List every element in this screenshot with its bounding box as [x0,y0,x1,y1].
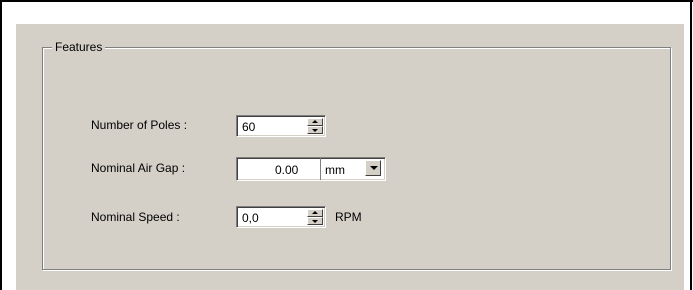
window-border-right [690,0,692,290]
spin-up-icon [312,211,318,214]
poles-value[interactable]: 60 [242,120,255,134]
spin-down-icon [312,220,318,223]
airgap-unit-dropdown-button[interactable] [365,160,381,176]
window-border-top [0,0,693,2]
spin-down-icon [312,129,318,132]
speed-spinbox[interactable]: 0,0 [236,206,326,228]
airgap-field-group: 0.00 mm [236,157,386,181]
dropdown-icon [370,166,378,170]
airgap-value[interactable]: 0.00 [275,163,298,177]
poles-spin [307,118,323,134]
window-border-left [0,0,2,290]
speed-spin [307,209,323,225]
speed-value[interactable]: 0,0 [242,211,259,225]
poles-label: Number of Poles : [91,118,188,132]
groupbox-title: Features [52,39,106,55]
poles-spin-down-button[interactable] [307,126,323,134]
speed-label: Nominal Speed : [91,210,180,224]
features-panel: Features Number of Poles : 60 Nominal Ai… [16,24,684,290]
poles-spin-up-button[interactable] [307,118,323,126]
speed-spin-down-button[interactable] [307,217,323,225]
airgap-unit-select[interactable]: mm [321,158,383,180]
speed-spin-up-button[interactable] [307,209,323,217]
poles-spinbox[interactable]: 60 [236,115,326,137]
features-groupbox: Features Number of Poles : 60 Nominal Ai… [42,39,671,270]
spin-up-icon [312,120,318,123]
speed-unit-label: RPM [335,210,362,224]
airgap-label: Nominal Air Gap : [91,161,186,175]
airgap-unit-value: mm [325,163,345,177]
